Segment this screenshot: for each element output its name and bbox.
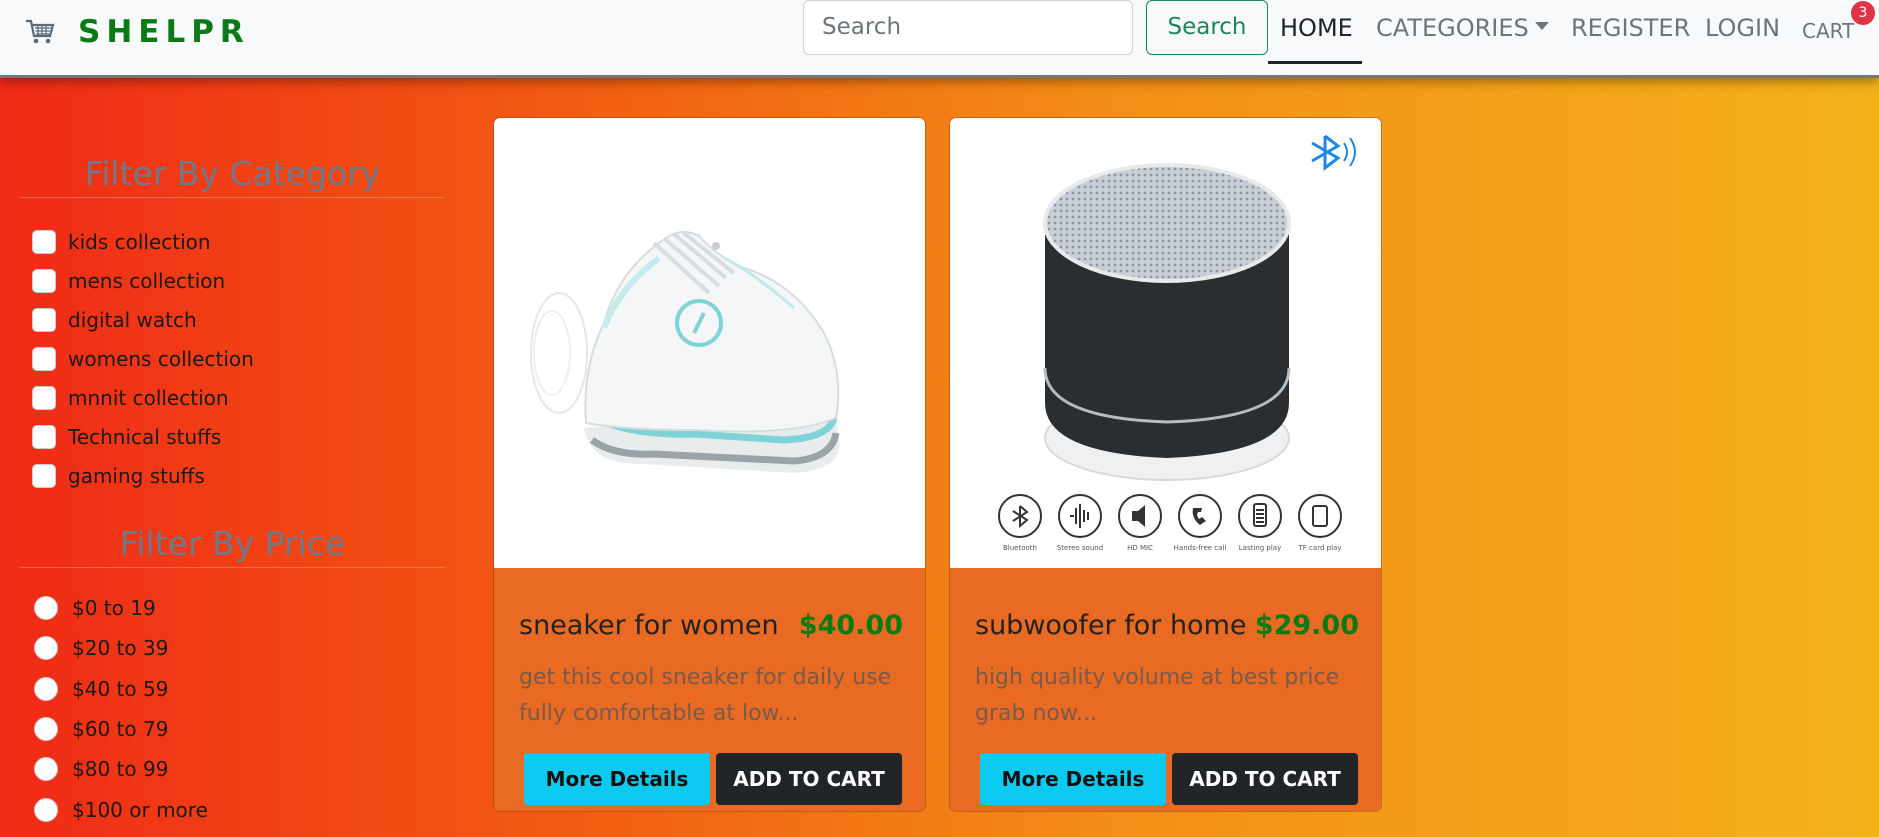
price-radio[interactable] xyxy=(34,717,58,742)
category-filter-item[interactable]: gaming stuffs xyxy=(32,456,254,495)
category-label: gaming stuffs xyxy=(68,463,205,488)
product-title[interactable]: subwoofer for home xyxy=(975,610,1247,641)
category-filter-item[interactable]: womens collection xyxy=(32,339,254,378)
category-filter-item[interactable]: mnnit collection xyxy=(32,378,254,417)
nav-cart[interactable]: CART xyxy=(1802,19,1854,43)
price-radio[interactable] xyxy=(34,636,58,661)
search-button[interactable]: Search xyxy=(1146,0,1268,55)
filter-category-title: Filter By Category xyxy=(20,154,445,198)
add-to-cart-button[interactable]: ADD TO CART xyxy=(716,753,902,805)
product-image: Bluetooth Stereo sound HD MIC Hands-free… xyxy=(950,118,1381,568)
product-image xyxy=(494,118,925,568)
price-filter-list: $0 to 19 $20 to 39 $40 to 59 $60 to 79 $… xyxy=(34,588,208,830)
product-price: $40.00 xyxy=(798,610,903,641)
category-checkbox[interactable] xyxy=(32,463,56,488)
category-label: kids collection xyxy=(68,229,211,254)
product-description: get this cool sneaker for daily use full… xyxy=(519,665,892,726)
shopping-cart-icon xyxy=(26,19,55,44)
nav-categories-label: CATEGORIES xyxy=(1376,14,1529,42)
feature-label: Stereo sound xyxy=(1057,544,1103,552)
price-filter-item[interactable]: $80 to 99 xyxy=(34,749,208,789)
price-label: $40 to 59 xyxy=(72,676,169,701)
category-label: womens collection xyxy=(68,346,254,371)
navbar: SHELPR Search Search HOME CATEGORIES REG… xyxy=(0,0,1879,78)
speaker-image: Bluetooth Stereo sound HD MIC Hands-free… xyxy=(998,134,1356,552)
price-filter-item[interactable]: $60 to 79 xyxy=(34,709,208,749)
price-filter-item[interactable]: $0 to 19 xyxy=(34,588,208,628)
category-label: Technical stuffs xyxy=(68,424,222,449)
feature-label: TF card play xyxy=(1298,544,1342,552)
price-radio[interactable] xyxy=(34,757,58,782)
search-input[interactable]: Search xyxy=(803,0,1133,55)
price-radio[interactable] xyxy=(34,676,58,701)
nav-login[interactable]: LOGIN xyxy=(1705,14,1780,42)
price-radio[interactable] xyxy=(34,596,58,621)
brand-name: SHELPR xyxy=(78,14,250,50)
category-label: mnnit collection xyxy=(68,385,229,410)
product-card: Bluetooth Stereo sound HD MIC Hands-free… xyxy=(949,117,1382,812)
product-description: high quality volume at best price grab n… xyxy=(975,665,1340,726)
more-details-button[interactable]: More Details xyxy=(980,753,1166,805)
category-checkbox[interactable] xyxy=(32,307,56,332)
price-filter-item[interactable]: $100 or more xyxy=(34,789,208,829)
product-price: $29.00 xyxy=(1254,610,1359,641)
category-label: mens collection xyxy=(68,268,226,293)
cart-count-badge: 3 xyxy=(1851,1,1875,25)
category-checkbox[interactable] xyxy=(32,229,56,254)
price-filter-item[interactable]: $40 to 59 xyxy=(34,669,208,709)
category-checkbox[interactable] xyxy=(32,385,56,410)
feature-label: HD MIC xyxy=(1127,544,1153,552)
add-to-cart-button[interactable]: ADD TO CART xyxy=(1172,753,1358,805)
price-label: $20 to 39 xyxy=(72,636,169,661)
category-filter-item[interactable]: kids collection xyxy=(32,222,254,261)
nav-home[interactable]: HOME xyxy=(1280,14,1353,42)
more-details-button[interactable]: More Details xyxy=(524,753,710,805)
price-filter-item[interactable]: $20 to 39 xyxy=(34,628,208,668)
price-label: $80 to 99 xyxy=(72,757,169,782)
product-card-body: sneaker for women $40.00 get this cool s… xyxy=(494,568,925,811)
price-label: $0 to 19 xyxy=(72,596,156,621)
feature-label: Lasting play xyxy=(1239,544,1281,552)
nav-register[interactable]: REGISTER xyxy=(1571,14,1690,42)
active-nav-indicator xyxy=(1268,61,1362,64)
product-card-body: subwoofer for home $29.00 high quality v… xyxy=(950,568,1381,811)
nav-categories-dropdown[interactable]: CATEGORIES xyxy=(1376,14,1549,42)
price-label: $100 or more xyxy=(72,797,208,822)
filter-price-title: Filter By Price xyxy=(20,524,445,568)
category-checkbox[interactable] xyxy=(32,346,56,371)
feature-label: Hands-free call xyxy=(1174,544,1227,552)
category-checkbox[interactable] xyxy=(32,268,56,293)
product-title[interactable]: sneaker for women xyxy=(519,610,779,641)
category-filter-item[interactable]: digital watch xyxy=(32,300,254,339)
price-radio[interactable] xyxy=(34,797,58,822)
price-label: $60 to 79 xyxy=(72,717,169,742)
category-checkbox[interactable] xyxy=(32,424,56,449)
brand[interactable]: SHELPR xyxy=(24,14,250,50)
category-filter-item[interactable]: mens collection xyxy=(32,261,254,300)
category-filter-item[interactable]: Technical stuffs xyxy=(32,417,254,456)
product-card: sneaker for women $40.00 get this cool s… xyxy=(493,117,926,812)
category-label: digital watch xyxy=(68,307,197,332)
feature-label: Bluetooth xyxy=(1003,544,1037,552)
sneaker-image xyxy=(530,231,840,473)
chevron-down-icon xyxy=(1534,22,1549,30)
category-filter-list: kids collection mens collection digital … xyxy=(32,222,254,495)
